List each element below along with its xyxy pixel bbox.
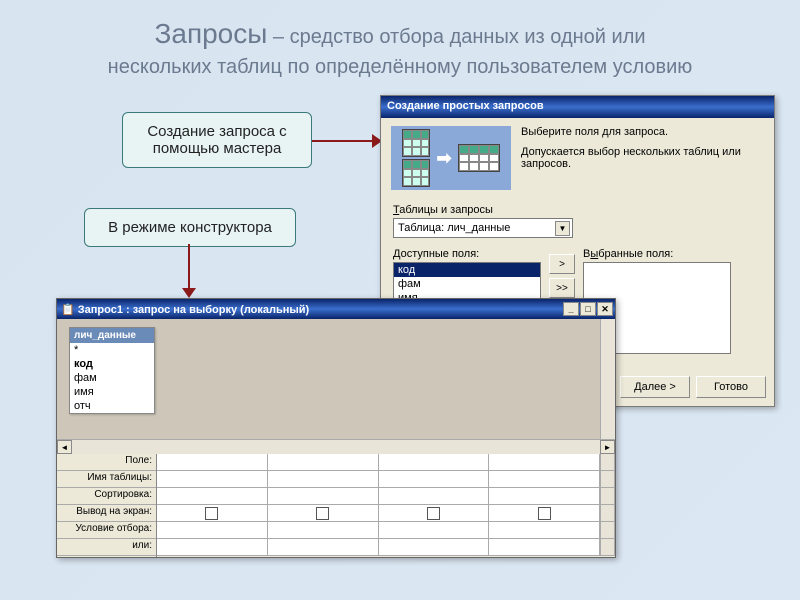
- grid-cell[interactable]: [157, 454, 268, 471]
- table-field[interactable]: код: [70, 357, 154, 371]
- arrow-head-icon: [182, 288, 196, 298]
- show-checkbox[interactable]: [268, 505, 379, 522]
- grid-cell[interactable]: [489, 454, 600, 471]
- grid-cell[interactable]: [379, 471, 490, 488]
- available-fields-label: Доступные поля:: [393, 248, 541, 260]
- add-all-button[interactable]: >>: [549, 278, 575, 298]
- table-field[interactable]: *: [70, 343, 154, 357]
- show-checkbox[interactable]: [379, 505, 490, 522]
- grid-cell[interactable]: [157, 539, 268, 556]
- arrow-to-wizard: [312, 140, 376, 142]
- close-icon[interactable]: ✕: [597, 302, 613, 316]
- maximize-icon[interactable]: □: [580, 302, 596, 316]
- grid-label: Условие отбора:: [57, 522, 156, 539]
- scrollbar-vertical[interactable]: [600, 319, 615, 439]
- page-title: Запросы – средство отбора данных из одно…: [0, 14, 800, 81]
- arrow-to-constructor: [188, 244, 190, 292]
- grid-cell[interactable]: [157, 471, 268, 488]
- tables-label: Таблицы и запросы: [393, 204, 762, 216]
- grid-cell[interactable]: [157, 488, 268, 505]
- tables-combo[interactable]: Таблица: лич_данные ▼: [393, 218, 573, 238]
- scrollbar-v[interactable]: [600, 454, 615, 471]
- callout-wizard: Создание запроса с помощью мастера: [122, 112, 312, 168]
- query-upper-pane: лич_данные * код фам имя отч: [57, 319, 615, 439]
- scroll-right-icon[interactable]: ►: [600, 440, 615, 454]
- grid-cell[interactable]: [379, 454, 490, 471]
- grid-label: Поле:: [57, 454, 156, 471]
- add-field-button[interactable]: >: [549, 254, 575, 274]
- grid-label: Имя таблицы:: [57, 471, 156, 488]
- show-checkbox[interactable]: [489, 505, 600, 522]
- query-grid: Поле: Имя таблицы: Сортировка: Вывод на …: [57, 454, 615, 557]
- wizard-titlebar: Создание простых запросов: [381, 96, 774, 118]
- query-titlebar: 📋 Запрос1 : запрос на выборку (локальный…: [57, 299, 615, 319]
- grid-label: Вывод на экран:: [57, 505, 156, 522]
- grid-cell[interactable]: [157, 522, 268, 539]
- callout-constructor: В режиме конструктора: [84, 208, 296, 247]
- grid-cell[interactable]: [268, 539, 379, 556]
- grid-cell[interactable]: [489, 471, 600, 488]
- grid-cell[interactable]: [489, 522, 600, 539]
- grid-cell[interactable]: [268, 454, 379, 471]
- selected-fields-label: Выбранные поля:: [583, 248, 731, 260]
- wizard-title: Создание простых запросов: [387, 100, 544, 114]
- table-field[interactable]: отч: [70, 399, 154, 413]
- grid-cell[interactable]: [268, 471, 379, 488]
- grid-cell[interactable]: [268, 488, 379, 505]
- scroll-left-icon[interactable]: ◄: [57, 440, 72, 454]
- wizard-graphic-icon: ➡: [391, 126, 511, 190]
- grid-cell[interactable]: [379, 488, 490, 505]
- scrollbar-horizontal[interactable]: ◄ ►: [57, 439, 615, 454]
- wizard-instructions: Выберите поля для запроса. Допускается в…: [511, 126, 764, 190]
- grid-cell[interactable]: [379, 539, 490, 556]
- list-item[interactable]: фам: [394, 277, 540, 291]
- wizard-header: ➡ Выберите поля для запроса. Допускается…: [381, 118, 774, 198]
- grid-label: или:: [57, 539, 156, 556]
- list-item[interactable]: код: [394, 263, 540, 277]
- show-checkbox[interactable]: [157, 505, 268, 522]
- grid-cell[interactable]: [268, 522, 379, 539]
- grid-cell[interactable]: [489, 488, 600, 505]
- next-button[interactable]: Далее >: [620, 376, 690, 398]
- title-big: Запросы: [154, 18, 267, 49]
- table-box-header: лич_данные: [70, 328, 154, 343]
- table-field[interactable]: имя: [70, 385, 154, 399]
- minimize-icon[interactable]: _: [563, 302, 579, 316]
- grid-cell[interactable]: [379, 522, 490, 539]
- finish-button[interactable]: Готово: [696, 376, 766, 398]
- table-box[interactable]: лич_данные * код фам имя отч: [69, 327, 155, 414]
- query-title: Запрос1 : запрос на выборку (локальный): [78, 304, 309, 316]
- grid-cell[interactable]: [489, 539, 600, 556]
- combo-value: Таблица: лич_данные: [398, 222, 510, 234]
- table-field[interactable]: фам: [70, 371, 154, 385]
- grid-label: Сортировка:: [57, 488, 156, 505]
- query-window: 📋 Запрос1 : запрос на выборку (локальный…: [56, 298, 616, 558]
- chevron-down-icon[interactable]: ▼: [555, 221, 570, 236]
